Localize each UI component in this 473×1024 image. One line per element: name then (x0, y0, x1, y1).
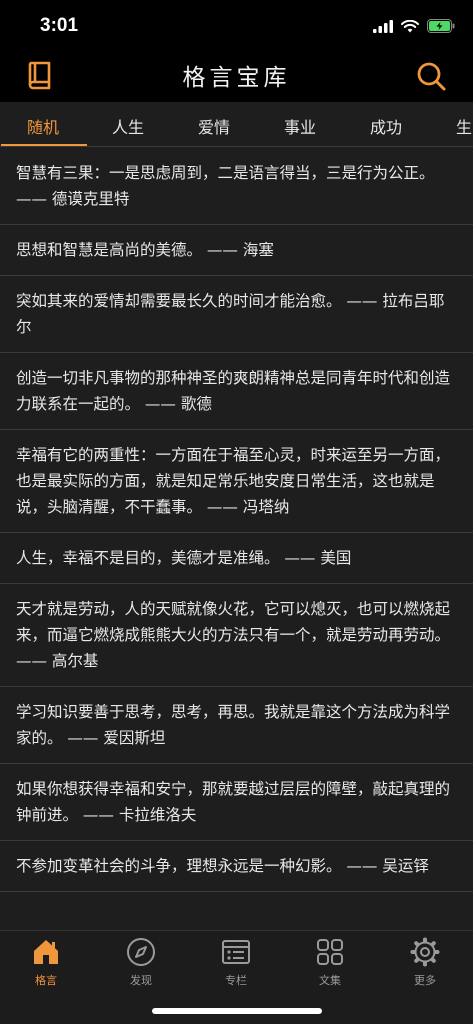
search-icon[interactable] (415, 60, 447, 92)
tabbar-item-discover[interactable]: 发现 (111, 937, 171, 988)
status-icons (373, 19, 455, 33)
column-icon (222, 940, 250, 964)
page-title: 格言宝库 (182, 65, 291, 91)
nav-bar: 格言宝库 (0, 50, 473, 102)
tabbar-label: 更多 (414, 974, 436, 987)
tabbar-label: 发现 (130, 974, 152, 987)
quote-item[interactable]: 幸福有它的两重性：一方面在于福至心灵，时来运至另一方面，也是最实际的方面，就是知… (0, 430, 473, 533)
gear-icon (410, 937, 440, 967)
quote-item[interactable]: 思想和智慧是高尚的美德。 —— 海塞 (0, 225, 473, 276)
quote-item[interactable]: 突如其来的爱情却需要最长久的时间才能治愈。 —— 拉布吕耶尔 (0, 276, 473, 353)
tab-random[interactable]: 随机 (27, 114, 59, 138)
quote-list: 智慧有三果：一是思虑周到，二是语言得当，三是行为公正。 —— 德谟克里特 思想和… (0, 148, 473, 930)
tabbar-label: 格言 (35, 974, 57, 987)
tab-success[interactable]: 成功 (370, 114, 402, 138)
tabbar-label: 专栏 (225, 974, 247, 987)
status-time: 3:01 (40, 15, 79, 36)
quote-item[interactable]: 人生，幸福不是目的，美德才是准绳。 —— 美国 (0, 533, 473, 584)
quote-item[interactable]: 智慧有三果：一是思虑周到，二是语言得当，三是行为公正。 —— 德谟克里特 (0, 148, 473, 225)
category-tabs: 随机 人生 爱情 事业 成功 生 (0, 102, 473, 147)
compass-icon (127, 938, 155, 966)
tabbar-item-collection[interactable]: 文集 (300, 937, 360, 988)
tab-life[interactable]: 人生 (112, 114, 144, 138)
tabbar-item-quotes[interactable]: 格言 (16, 937, 76, 988)
wifi-icon (401, 19, 419, 32)
tabbar-label: 文集 (319, 974, 341, 987)
tab-career[interactable]: 事业 (284, 114, 316, 138)
quote-item[interactable]: 天才就是劳动，人的天赋就像火花，它可以熄灭，也可以燃烧起来，而逼它燃烧成熊熊大火… (0, 584, 473, 687)
signal-icon (373, 19, 393, 33)
home-icon (34, 940, 58, 964)
quote-item[interactable]: 如果你想获得幸福和安宁，那就要越过层层的障壁，敲起真理的钟前进。 —— 卡拉维洛… (0, 764, 473, 841)
quote-item[interactable]: 学习知识要善于思考，思考，再思。我就是靠这个方法成为科学家的。 —— 爱因斯坦 (0, 687, 473, 764)
grid-icon (317, 939, 343, 965)
tabbar-item-more[interactable]: 更多 (395, 937, 455, 988)
tabbar-item-column[interactable]: 专栏 (206, 937, 266, 988)
quote-item[interactable]: 创造一切非凡事物的那种神圣的爽朗精神总是同青年时代和创造力联系在一起的。 —— … (0, 353, 473, 430)
battery-icon (427, 19, 455, 33)
tab-next-partial[interactable]: 生 (456, 114, 472, 138)
status-bar: 3:01 (0, 0, 473, 50)
quote-item[interactable]: 不参加变革社会的斗争，理想永远是一种幻影。 —— 吴运铎 (0, 841, 473, 892)
active-tab-indicator (1, 144, 87, 146)
home-indicator (152, 1008, 322, 1014)
tab-love[interactable]: 爱情 (198, 114, 230, 138)
